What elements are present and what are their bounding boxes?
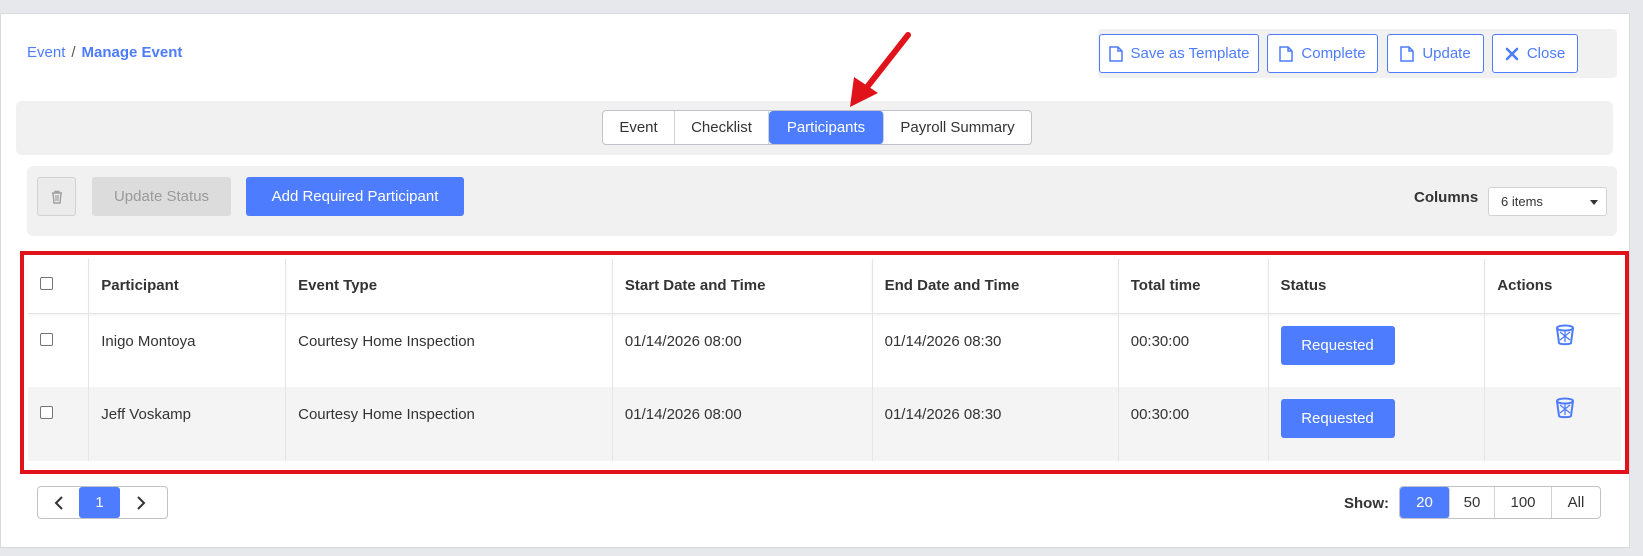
- file-icon: [1279, 45, 1294, 62]
- breadcrumb-parent[interactable]: Event: [27, 44, 65, 61]
- page-size-20[interactable]: 20: [1400, 487, 1450, 518]
- complete-label: Complete: [1301, 45, 1366, 62]
- header-end-date[interactable]: End Date and Time: [872, 259, 1119, 314]
- pagination: 1: [37, 486, 168, 519]
- tab-event[interactable]: Event: [603, 111, 675, 144]
- toolbar: Update Status Add Required Participant C…: [27, 166, 1617, 236]
- trash-icon: [51, 190, 62, 204]
- close-button[interactable]: Close: [1492, 34, 1578, 73]
- status-button[interactable]: Requested: [1280, 399, 1395, 438]
- header-actions: Save as Template Complete Update Close: [1098, 29, 1617, 78]
- tab-checklist[interactable]: Checklist: [675, 111, 769, 144]
- complete-button[interactable]: Complete: [1267, 34, 1378, 73]
- save-as-template-label: Save as Template: [1130, 45, 1250, 62]
- next-page-button[interactable]: [120, 487, 161, 518]
- breadcrumb: Event / Manage Event: [27, 44, 182, 61]
- tab-payroll-summary[interactable]: Payroll Summary: [884, 111, 1031, 144]
- row-select-cell: [28, 387, 90, 461]
- header-total-time[interactable]: Total time: [1118, 259, 1269, 314]
- file-icon: [1400, 45, 1415, 62]
- bulk-delete-button[interactable]: [37, 177, 76, 216]
- row-checkbox[interactable]: [40, 406, 53, 419]
- table-row: Jeff Voskamp Courtesy Home Inspection 01…: [28, 387, 1621, 461]
- show-label: Show:: [1344, 495, 1389, 512]
- cell-end: 01/14/2026 08:30: [872, 387, 1119, 461]
- row-select-cell: [28, 313, 90, 387]
- update-button[interactable]: Update: [1387, 34, 1484, 73]
- status-button[interactable]: Requested: [1280, 325, 1395, 365]
- cell-status: Requested: [1268, 387, 1486, 461]
- table-header-row: Participant Event Type Start Date and Ti…: [28, 259, 1621, 314]
- chevron-left-icon: [54, 495, 63, 510]
- update-label: Update: [1422, 45, 1471, 62]
- table-row: Inigo Montoya Courtesy Home Inspection 0…: [28, 313, 1621, 387]
- cell-participant: Inigo Montoya: [88, 313, 287, 387]
- delete-icon[interactable]: [1555, 397, 1575, 419]
- arrow-annotation: [850, 32, 911, 107]
- close-icon: [1505, 47, 1519, 60]
- save-as-template-button[interactable]: Save as Template: [1099, 34, 1259, 73]
- cell-event-type: Courtesy Home Inspection: [285, 313, 613, 387]
- cell-start: 01/14/2026 08:00: [612, 387, 873, 461]
- columns-label: Columns: [1414, 189, 1479, 206]
- breadcrumb-current[interactable]: Manage Event: [82, 44, 183, 61]
- file-icon: [1108, 45, 1123, 62]
- header-event-type[interactable]: Event Type: [285, 259, 613, 314]
- delete-icon[interactable]: [1555, 324, 1575, 346]
- columns-select[interactable]: 6 items: [1488, 187, 1607, 216]
- select-all-checkbox[interactable]: [40, 277, 53, 291]
- tab-participants[interactable]: Participants: [769, 111, 884, 144]
- header-status[interactable]: Status: [1268, 259, 1486, 314]
- participants-table: Participant Event Type Start Date and Ti…: [28, 259, 1621, 461]
- tab-group: Event Checklist Participants Payroll Sum…: [602, 110, 1032, 145]
- previous-page-button[interactable]: [38, 487, 79, 518]
- cell-status: Requested: [1268, 313, 1486, 387]
- cell-end: 01/14/2026 08:30: [872, 313, 1119, 387]
- row-checkbox[interactable]: [40, 332, 53, 346]
- cell-total: 00:30:00: [1118, 387, 1269, 461]
- page-number-button[interactable]: 1: [79, 487, 120, 518]
- page-size-100[interactable]: 100: [1495, 487, 1552, 518]
- cell-event-type: Courtesy Home Inspection: [285, 387, 613, 461]
- close-label: Close: [1526, 45, 1566, 62]
- page-size-group: 20 50 100 All: [1399, 486, 1601, 519]
- select-all-cell: [28, 259, 90, 314]
- chevron-down-icon: [1590, 200, 1598, 205]
- cell-participant: Jeff Voskamp: [88, 387, 287, 461]
- cell-actions: [1485, 313, 1621, 387]
- breadcrumb-separator: /: [71, 44, 76, 61]
- update-status-button[interactable]: Update Status: [92, 177, 231, 216]
- page-size-all[interactable]: All: [1552, 487, 1600, 518]
- columns-select-value: 6 items: [1501, 194, 1543, 209]
- chevron-right-icon: [136, 495, 145, 510]
- cell-start: 01/14/2026 08:00: [612, 313, 873, 387]
- cell-actions: [1484, 387, 1621, 461]
- header-participant[interactable]: Participant: [88, 259, 287, 314]
- header-start-date[interactable]: Start Date and Time: [612, 259, 873, 314]
- page-size-50[interactable]: 50: [1450, 487, 1495, 518]
- header-actions: Actions: [1484, 259, 1621, 314]
- add-required-participant-button[interactable]: Add Required Participant: [246, 177, 464, 216]
- cell-total: 00:30:00: [1118, 313, 1269, 387]
